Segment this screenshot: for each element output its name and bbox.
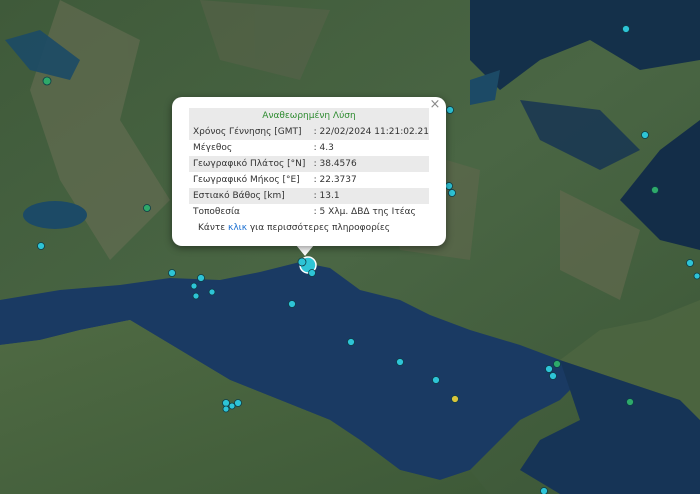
info-label-magnitude: Μέγεθος	[193, 143, 233, 153]
earthquake-marker[interactable]	[228, 402, 236, 410]
earthquake-marker[interactable]	[197, 274, 205, 282]
earthquake-marker[interactable]	[553, 360, 561, 368]
info-value-magnitude: : 4.3	[313, 143, 334, 153]
earthquake-marker[interactable]	[626, 398, 634, 406]
earthquake-marker[interactable]	[451, 395, 459, 403]
footer-text-after: για περισσότερες πληροφορίες	[247, 223, 391, 233]
earthquake-marker[interactable]	[396, 358, 404, 366]
earthquake-marker[interactable]	[693, 272, 700, 280]
lake-trichonida	[23, 201, 87, 229]
earthquake-marker[interactable]	[686, 259, 694, 267]
earthquake-marker[interactable]	[448, 189, 456, 197]
earthquake-marker[interactable]	[446, 106, 454, 114]
earthquake-marker[interactable]	[190, 282, 198, 290]
info-value-origin-time: : 22/02/2024 11:21:02.21	[309, 124, 429, 140]
earthquake-marker[interactable]	[234, 399, 242, 407]
earthquake-marker[interactable]	[641, 131, 649, 139]
earthquake-marker[interactable]	[192, 292, 200, 300]
earthquake-marker[interactable]	[37, 242, 45, 250]
earthquake-marker[interactable]	[545, 365, 553, 373]
earthquake-marker[interactable]	[143, 204, 151, 212]
satellite-map[interactable]	[0, 0, 700, 494]
earthquake-info-table: Αναθεωρημένη Λύση Χρόνος Γέννησης [GMT]:…	[189, 108, 429, 220]
info-value-longitude: : 22.3737	[313, 175, 357, 185]
info-value-location: : 5 Χλμ. ΔΒΔ της Ιτέας	[313, 207, 416, 217]
info-label-longitude: Γεωγραφικό Μήκος [°E]	[193, 175, 300, 185]
earthquake-marker[interactable]	[432, 376, 440, 384]
close-icon[interactable]: ×	[428, 98, 442, 112]
popup-title: Αναθεωρημένη Λύση	[189, 108, 429, 124]
earthquake-marker[interactable]	[445, 182, 453, 190]
earthquake-marker[interactable]	[208, 288, 216, 296]
earthquake-marker[interactable]	[622, 25, 630, 33]
earthquake-marker[interactable]	[288, 300, 296, 308]
info-label-latitude: Γεωγραφικό Πλάτος [°N]	[189, 156, 310, 172]
more-info-link[interactable]: κλικ	[228, 223, 247, 233]
info-label-depth: Εστιακό Βάθος [km]	[189, 188, 310, 204]
popup-footer: Κάντε κλικ για περισσότερες πληροφορίες	[198, 223, 390, 233]
earthquake-marker[interactable]	[651, 186, 659, 194]
popup-pointer	[296, 245, 314, 256]
info-label-location: Τοποθεσία	[193, 207, 240, 217]
earthquake-marker[interactable]	[222, 399, 230, 407]
footer-text-before: Κάντε	[198, 223, 229, 233]
info-value-depth: : 13.1	[309, 188, 429, 204]
earthquake-marker[interactable]	[347, 338, 355, 346]
earthquake-marker[interactable]	[540, 487, 548, 494]
earthquake-marker[interactable]	[308, 269, 316, 277]
earthquake-marker[interactable]	[297, 257, 307, 267]
info-value-latitude: : 38.4576	[309, 156, 429, 172]
earthquake-marker[interactable]	[42, 76, 52, 86]
info-label-origin-time: Χρόνος Γέννησης [GMT]	[189, 124, 310, 140]
earthquake-marker[interactable]	[168, 269, 176, 277]
earthquake-info-popup: × Αναθεωρημένη Λύση Χρόνος Γέννησης [GMT…	[172, 97, 446, 246]
earthquake-marker[interactable]	[222, 405, 230, 413]
earthquake-marker[interactable]	[549, 372, 557, 380]
